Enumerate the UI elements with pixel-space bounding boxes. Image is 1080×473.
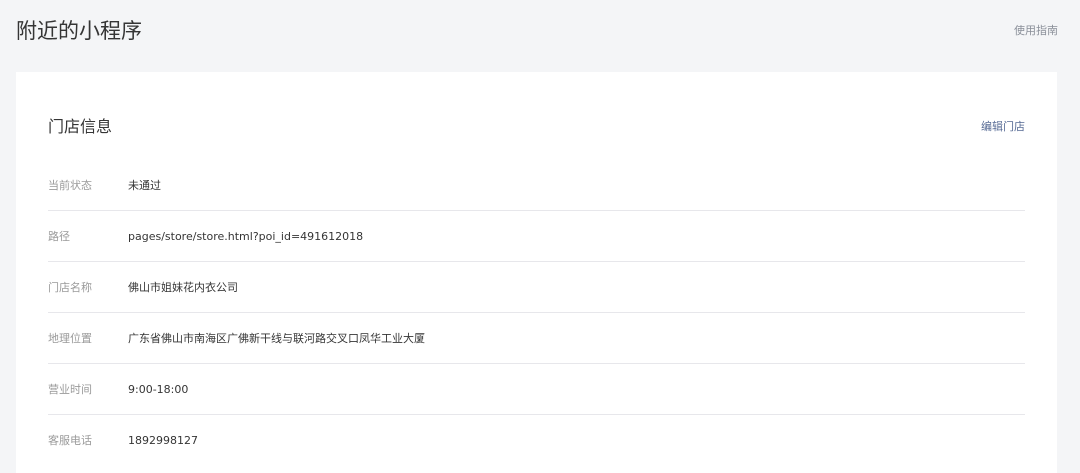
- store-info-card: 门店信息 编辑门店 当前状态 未通过 路径 pages/store/store.…: [16, 72, 1057, 473]
- info-row-business-hours: 营业时间 9:00-18:00: [48, 364, 1025, 415]
- page: 附近的小程序 使用指南 门店信息 编辑门店 当前状态 未通过 路径 pages/…: [0, 0, 1080, 473]
- status-label: 当前状态: [48, 179, 92, 192]
- business-hours-label: 营业时间: [48, 383, 92, 396]
- path-value: pages/store/store.html?poi_id=491612018: [128, 230, 364, 243]
- info-row-store-name: 门店名称 佛山市姐妹花内衣公司: [48, 262, 1025, 313]
- phone-label: 客服电话: [48, 434, 92, 447]
- location-label: 地理位置: [48, 332, 92, 345]
- status-value: 未通过: [128, 179, 161, 192]
- usage-guide-link[interactable]: 使用指南: [1014, 23, 1058, 39]
- info-row-status: 当前状态 未通过: [48, 160, 1025, 211]
- info-row-phone: 客服电话 1892998127: [48, 415, 1025, 466]
- location-value: 广东省佛山市南海区广佛新干线与联河路交叉口凤华工业大厦: [128, 332, 425, 345]
- page-title: 附近的小程序: [16, 19, 142, 43]
- store-name-value: 佛山市姐妹花内衣公司: [128, 281, 238, 294]
- info-row-path: 路径 pages/store/store.html?poi_id=4916120…: [48, 211, 1025, 262]
- store-name-label: 门店名称: [48, 281, 92, 294]
- phone-value: 1892998127: [128, 434, 198, 447]
- edit-store-link[interactable]: 编辑门店: [981, 119, 1025, 135]
- business-hours-value: 9:00-18:00: [128, 383, 189, 396]
- store-info-title: 门店信息: [48, 117, 113, 136]
- info-row-location: 地理位置 广东省佛山市南海区广佛新干线与联河路交叉口凤华工业大厦: [48, 313, 1025, 364]
- store-info-list: 当前状态 未通过 路径 pages/store/store.html?poi_i…: [48, 160, 1025, 466]
- path-label: 路径: [48, 230, 70, 243]
